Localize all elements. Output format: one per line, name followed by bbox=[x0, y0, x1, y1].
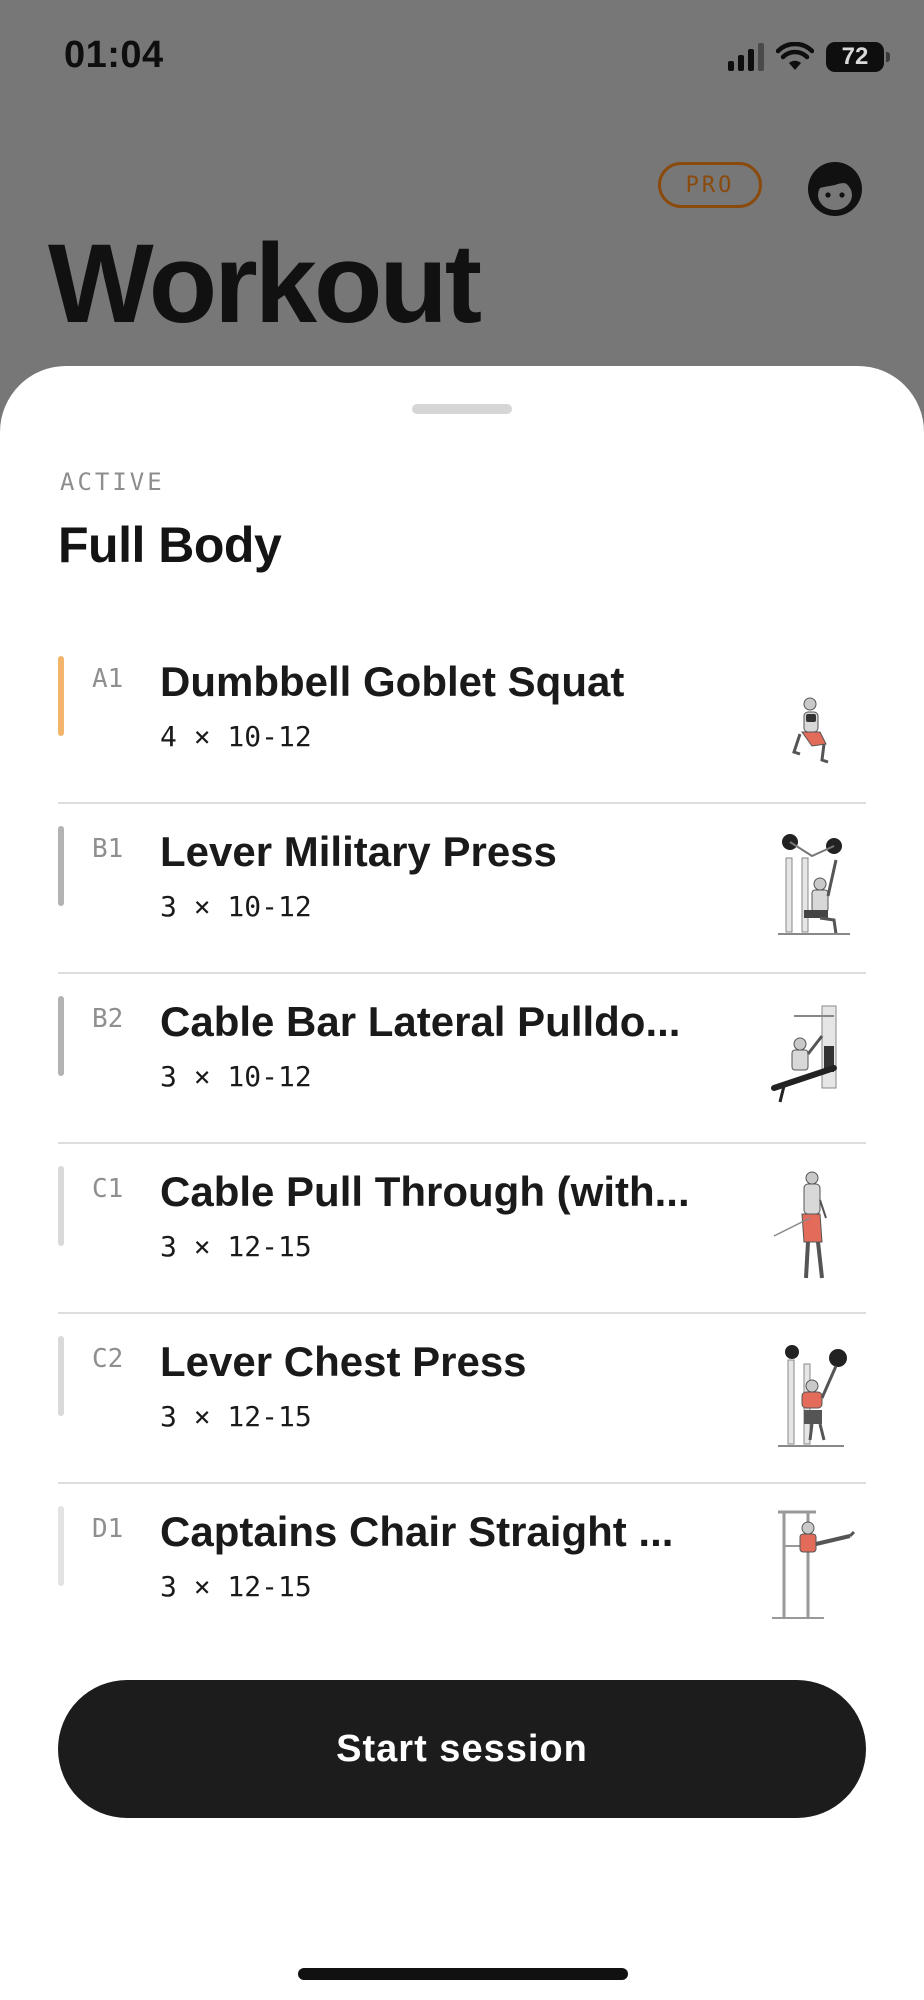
superset-group-bar bbox=[58, 656, 64, 736]
exercise-name: Lever Chest Press bbox=[160, 1338, 527, 1385]
wifi-icon bbox=[776, 42, 814, 70]
superset-group-bar bbox=[58, 1336, 64, 1416]
exercise-name: Cable Bar Lateral Pulldo... bbox=[160, 998, 681, 1045]
exercise-code: A1 bbox=[92, 664, 124, 694]
exercise-sets: 3 × 12-15 bbox=[160, 1400, 312, 1433]
superset-group-bar bbox=[58, 1506, 64, 1586]
exercise-name: Captains Chair Straight ... bbox=[160, 1508, 674, 1555]
exercise-row[interactable]: A1 Dumbbell Goblet Squat 4 × 10-12 bbox=[58, 634, 866, 804]
cellular-signal-icon bbox=[728, 43, 764, 71]
superset-group-bar bbox=[58, 826, 64, 906]
chest-press-machine-icon bbox=[778, 1345, 847, 1447]
workout-name: Full Body bbox=[58, 517, 282, 573]
status-time: 01:04 bbox=[64, 34, 164, 76]
workout-bottom-sheet: ACTIVE Full Body A1 Dumbbell Goblet Squa… bbox=[0, 366, 924, 2000]
battery-icon: 72 bbox=[826, 42, 890, 72]
exercise-row[interactable]: C2 Lever Chest Press 3 × 12-15 bbox=[58, 1314, 866, 1484]
exercise-sets: 3 × 10-12 bbox=[160, 890, 312, 923]
cable-pull-through-figure-icon bbox=[773, 1171, 827, 1279]
exercise-sets: 3 × 12-15 bbox=[160, 1570, 312, 1603]
superset-group-bar bbox=[58, 996, 64, 1076]
pro-badge[interactable]: PRO bbox=[658, 162, 762, 208]
goblet-squat-figure-icon bbox=[792, 697, 829, 764]
exercise-sets: 4 × 10-12 bbox=[160, 720, 312, 753]
exercise-row[interactable]: C1 Cable Pull Through (with... 3 × 12-15 bbox=[58, 1144, 866, 1314]
exercise-sets: 3 × 12-15 bbox=[160, 1230, 312, 1263]
exercise-code: B2 bbox=[92, 1004, 124, 1034]
battery-level: 72 bbox=[841, 43, 869, 70]
exercise-row[interactable]: B2 Cable Bar Lateral Pulldo... 3 × 10-12 bbox=[58, 974, 866, 1144]
start-session-button[interactable]: Start session bbox=[58, 1680, 866, 1818]
exercise-name: Dumbbell Goblet Squat bbox=[160, 658, 625, 705]
exercise-name: Cable Pull Through (with... bbox=[160, 1168, 690, 1215]
military-press-machine-icon bbox=[778, 834, 850, 935]
exercise-code: C1 bbox=[92, 1174, 124, 1204]
profile-avatar-icon[interactable] bbox=[806, 160, 864, 218]
exercise-code: C2 bbox=[92, 1344, 124, 1374]
exercise-row[interactable]: D1 Captains Chair Straight ... 3 × 12-15 bbox=[58, 1484, 866, 1654]
superset-group-bar bbox=[58, 1166, 64, 1246]
exercise-list: A1 Dumbbell Goblet Squat 4 × 10-12 B1 Le… bbox=[58, 634, 866, 1654]
exercise-name: Lever Military Press bbox=[160, 828, 557, 875]
exercise-code: B1 bbox=[92, 834, 124, 864]
sheet-drag-handle[interactable] bbox=[412, 404, 512, 414]
page-title: Workout bbox=[48, 221, 482, 346]
section-label: ACTIVE bbox=[60, 468, 165, 496]
home-indicator[interactable] bbox=[298, 1968, 628, 1980]
workout-screen: 01:04 72 PRO Workout ACTIVE Full Body A1… bbox=[0, 0, 924, 2000]
status-icons: 72 bbox=[728, 40, 890, 74]
exercise-row[interactable]: B1 Lever Military Press 3 × 10-12 bbox=[58, 804, 866, 974]
captains-chair-figure-icon bbox=[772, 1510, 856, 1619]
exercise-sets: 3 × 10-12 bbox=[160, 1060, 312, 1093]
exercise-code: D1 bbox=[92, 1514, 124, 1544]
lat-pulldown-machine-icon bbox=[771, 1005, 837, 1103]
status-bar: 01:04 72 bbox=[0, 0, 924, 110]
